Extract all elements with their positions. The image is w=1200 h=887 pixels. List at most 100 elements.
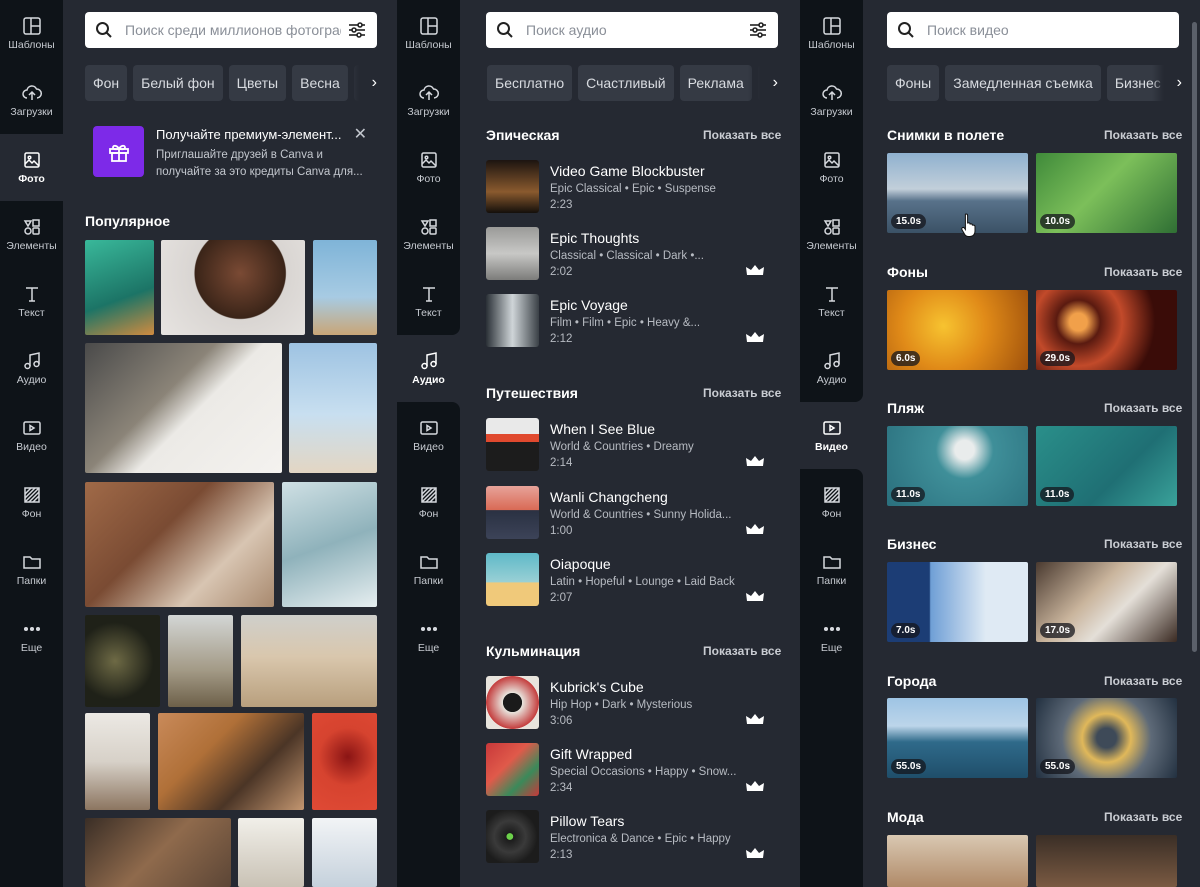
video-thumbnail[interactable]: 7.0s bbox=[887, 562, 1028, 642]
nav-more[interactable]: Еще bbox=[0, 603, 63, 670]
audio-track[interactable]: When I See Blue World & Countries • Drea… bbox=[486, 418, 778, 478]
nav-uploads[interactable]: Загрузки bbox=[397, 67, 460, 134]
video-thumbnail[interactable]: 11.0s bbox=[887, 426, 1028, 506]
photo-thumbnail[interactable] bbox=[168, 615, 233, 707]
nav-templates[interactable]: Шаблоны bbox=[800, 0, 863, 67]
show-all-link[interactable]: Показать все bbox=[1104, 401, 1182, 415]
nav-audio[interactable]: Аудио bbox=[0, 335, 63, 402]
show-all-link[interactable]: Показать все bbox=[1104, 128, 1182, 142]
chip-white-background[interactable]: Белый фон bbox=[133, 65, 223, 101]
nav-video[interactable]: Видео bbox=[800, 402, 863, 469]
nav-more[interactable]: Еще bbox=[800, 603, 863, 670]
video-thumbnail[interactable]: 55.0s bbox=[1036, 698, 1177, 778]
audio-chips-next-button[interactable]: › bbox=[748, 65, 778, 101]
photo-thumbnail[interactable] bbox=[158, 713, 304, 810]
nav-photos[interactable]: Фото bbox=[800, 134, 863, 201]
video-thumbnail[interactable] bbox=[887, 835, 1028, 887]
show-all-link[interactable]: Показать все bbox=[703, 644, 781, 658]
video-chips-next-button[interactable]: › bbox=[1152, 65, 1182, 101]
nav-background[interactable]: Фон bbox=[397, 469, 460, 536]
video-thumbnail[interactable]: 6.0s bbox=[887, 290, 1028, 370]
show-all-link[interactable]: Показать все bbox=[703, 128, 781, 142]
photo-thumbnail[interactable] bbox=[241, 615, 377, 707]
nav-templates[interactable]: Шаблоны bbox=[0, 0, 63, 67]
video-thumbnail[interactable]: 17.0s bbox=[1036, 562, 1177, 642]
audio-track[interactable]: Wanli Changcheng World & Countries • Sun… bbox=[486, 486, 778, 546]
nav-audio[interactable]: Аудио bbox=[800, 335, 863, 402]
video-search-input[interactable] bbox=[927, 22, 1169, 38]
chip-happy[interactable]: Счастливый bbox=[578, 65, 674, 101]
show-all-link[interactable]: Показать все bbox=[1104, 810, 1182, 824]
nav-text[interactable]: Текст bbox=[0, 268, 63, 335]
photo-thumbnail[interactable] bbox=[161, 240, 305, 335]
nav-background[interactable]: Фон bbox=[800, 469, 863, 536]
nav-folders[interactable]: Папки bbox=[800, 536, 863, 603]
chip-background[interactable]: Фон bbox=[85, 65, 128, 101]
filter-icon[interactable] bbox=[748, 20, 768, 40]
nav-video[interactable]: Видео bbox=[0, 402, 63, 469]
audio-track[interactable]: Pillow Tears Electronica & Dance • Epic … bbox=[486, 810, 778, 870]
chip-backgrounds[interactable]: Фоны bbox=[887, 65, 940, 101]
audio-track[interactable]: Epic Thoughts Classical • Classical • Da… bbox=[486, 227, 778, 287]
photo-thumbnail[interactable] bbox=[85, 240, 154, 335]
photo-search-bar[interactable] bbox=[85, 12, 377, 48]
audio-search-bar[interactable] bbox=[486, 12, 778, 48]
photo-thumbnail[interactable] bbox=[238, 818, 304, 887]
close-icon[interactable]: ✕ bbox=[354, 124, 367, 144]
photo-thumbnail[interactable] bbox=[85, 615, 160, 707]
nav-background[interactable]: Фон bbox=[0, 469, 63, 536]
nav-more[interactable]: Еще bbox=[397, 603, 460, 670]
audio-track[interactable]: Video Game Blockbuster Epic Classical • … bbox=[486, 160, 778, 220]
audio-search-input[interactable] bbox=[526, 22, 742, 38]
photo-thumbnail[interactable] bbox=[85, 343, 282, 473]
photo-thumbnail[interactable] bbox=[312, 713, 377, 810]
nav-video[interactable]: Видео bbox=[397, 402, 460, 469]
photo-thumbnail[interactable] bbox=[282, 482, 377, 607]
scrollbar-track[interactable] bbox=[1190, 0, 1200, 887]
photo-thumbnail[interactable] bbox=[289, 343, 377, 473]
chip-slow-motion[interactable]: Замедленная съемка bbox=[945, 65, 1101, 101]
video-thumbnail[interactable]: 11.0s bbox=[1036, 426, 1177, 506]
photo-thumbnail[interactable] bbox=[85, 818, 231, 887]
show-all-link[interactable]: Показать все bbox=[703, 386, 781, 400]
nav-elements[interactable]: Элементы bbox=[800, 201, 863, 268]
nav-templates[interactable]: Шаблоны bbox=[397, 0, 460, 67]
show-all-link[interactable]: Показать все bbox=[1104, 674, 1182, 688]
photo-thumbnail[interactable] bbox=[312, 818, 377, 887]
filter-icon[interactable] bbox=[347, 20, 367, 40]
photo-thumbnail[interactable] bbox=[313, 240, 377, 335]
video-thumbnail[interactable]: 10.0s bbox=[1036, 153, 1177, 233]
nav-elements[interactable]: Элементы bbox=[397, 201, 460, 268]
photo-search-input[interactable] bbox=[125, 22, 341, 38]
chip-spring[interactable]: Весна bbox=[292, 65, 348, 101]
photo-chips-next-button[interactable]: › bbox=[347, 65, 377, 101]
nav-text[interactable]: Текст bbox=[397, 268, 460, 335]
nav-photos[interactable]: Фото bbox=[397, 134, 460, 201]
photo-thumbnail[interactable] bbox=[85, 482, 274, 607]
chip-flowers[interactable]: Цветы bbox=[228, 65, 287, 101]
audio-track[interactable]: Gift Wrapped Special Occasions • Happy •… bbox=[486, 743, 778, 803]
chip-advertising[interactable]: Реклама bbox=[679, 65, 752, 101]
video-thumbnail[interactable]: 15.0s bbox=[887, 153, 1028, 233]
nav-photos[interactable]: Фото bbox=[0, 134, 63, 201]
audio-track[interactable]: Epic Voyage Film • Film • Epic • Heavy &… bbox=[486, 294, 778, 354]
audio-track[interactable]: Kubrick's Cube Hip Hop • Dark • Mysterio… bbox=[486, 676, 778, 736]
nav-audio[interactable]: Аудио bbox=[397, 335, 460, 402]
scrollbar-thumb[interactable] bbox=[1192, 22, 1197, 652]
nav-folders[interactable]: Папки bbox=[397, 536, 460, 603]
nav-text[interactable]: Текст bbox=[800, 268, 863, 335]
audio-track[interactable]: Oiapoque Latin • Hopeful • Lounge • Laid… bbox=[486, 553, 778, 613]
video-thumbnail[interactable]: 55.0s bbox=[887, 698, 1028, 778]
show-all-link[interactable]: Показать все bbox=[1104, 537, 1182, 551]
nav-folders[interactable]: Папки bbox=[0, 536, 63, 603]
show-all-link[interactable]: Показать все bbox=[1104, 265, 1182, 279]
photo-thumbnail[interactable] bbox=[85, 713, 150, 810]
nav-uploads[interactable]: Загрузки bbox=[0, 67, 63, 134]
video-search-bar[interactable] bbox=[887, 12, 1179, 48]
premium-promo-card[interactable]: Получайте премиум-элемент... Приглашайте… bbox=[85, 118, 377, 184]
nav-elements[interactable]: Элементы bbox=[0, 201, 63, 268]
video-thumbnail[interactable] bbox=[1036, 835, 1177, 887]
video-thumbnail[interactable]: 29.0s bbox=[1036, 290, 1177, 370]
nav-uploads[interactable]: Загрузки bbox=[800, 67, 863, 134]
chip-free[interactable]: Бесплатно bbox=[487, 65, 573, 101]
